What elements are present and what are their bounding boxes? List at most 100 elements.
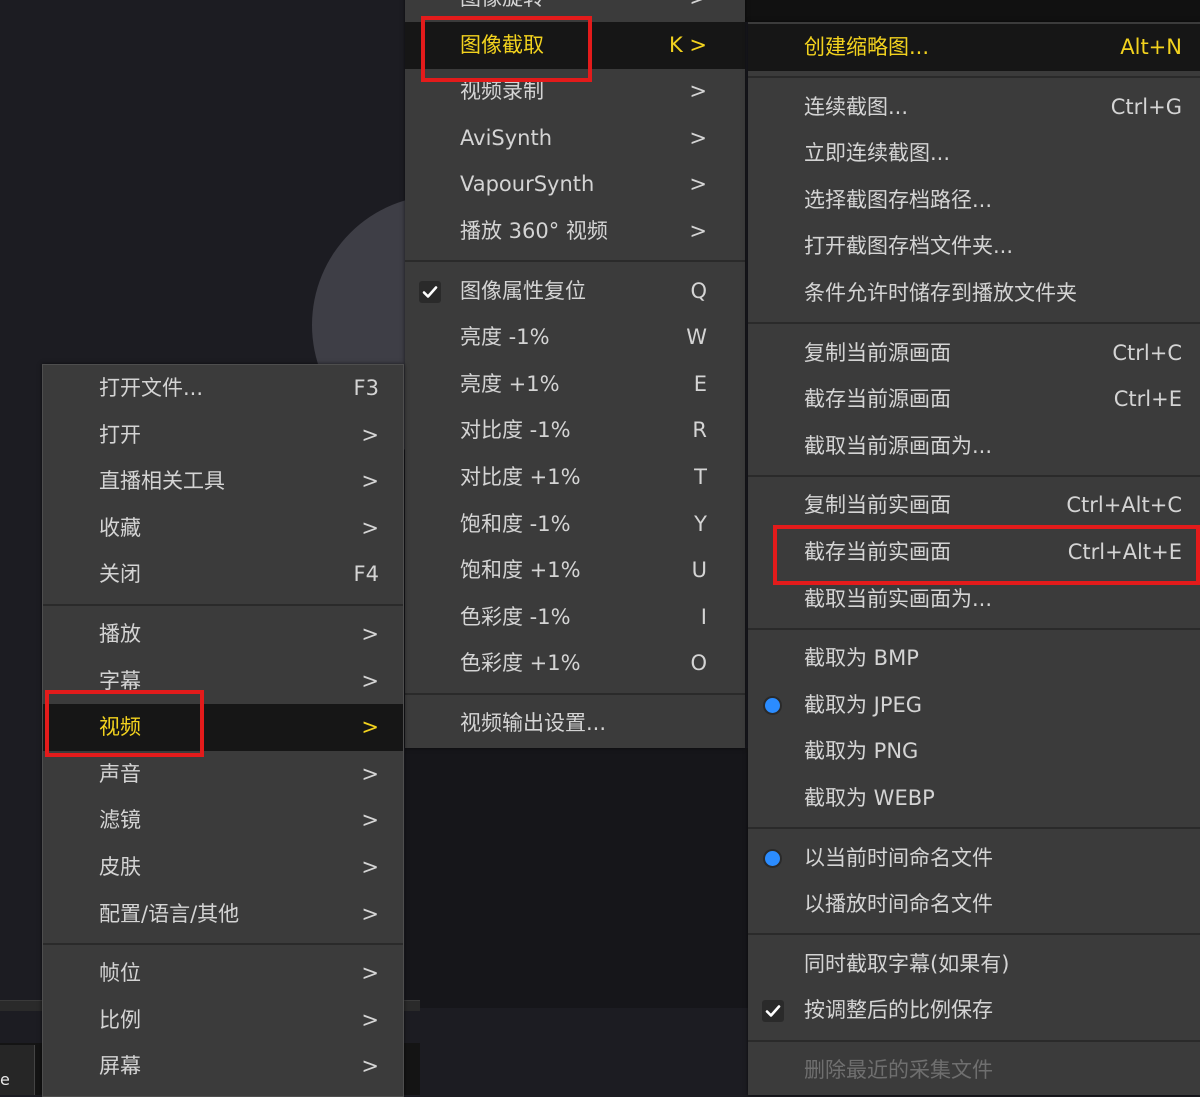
menu-item[interactable]: 打开文件... F3 bbox=[43, 365, 403, 412]
submenu-arrow: > bbox=[361, 808, 379, 833]
menu-item[interactable]: 播放 360° 视频 > bbox=[405, 208, 745, 255]
menu-item-label: 饱和度 +1% bbox=[460, 558, 581, 583]
submenu-arrow: > bbox=[361, 855, 379, 879]
menu-item-label: 打开文件... bbox=[99, 376, 204, 400]
menu-item[interactable]: 复制当前实画面 Ctrl+Alt+C bbox=[748, 482, 1200, 529]
menu-item-label: 截存当前源画面 bbox=[804, 387, 951, 412]
submenu-arrow: > bbox=[689, 172, 707, 197]
menu-item-label: 截取为 PNG bbox=[804, 739, 919, 764]
menu-item[interactable]: 打开截图存档文件夹... bbox=[748, 223, 1200, 270]
menu-item-label: 滤镜 bbox=[99, 808, 141, 833]
menu-item[interactable]: 收藏 > bbox=[43, 505, 403, 552]
menu-item[interactable]: 屏幕 > bbox=[43, 1043, 403, 1090]
menu-separator bbox=[748, 474, 1200, 477]
menu-item[interactable]: 按调整后的比例保存 bbox=[748, 987, 1200, 1034]
menu-item[interactable]: 皮肤 > bbox=[43, 844, 403, 891]
submenu-arrow: > bbox=[361, 469, 379, 494]
menu-item[interactable]: 饱和度 -1% Y bbox=[405, 501, 745, 548]
menu-item-label: VapourSynth bbox=[460, 172, 595, 197]
menu-item-shortcut: I bbox=[700, 604, 707, 629]
menu-item-label: 直播相关工具 bbox=[99, 469, 225, 494]
menu-item-label: 图像旋转 bbox=[460, 0, 544, 12]
menu-item-label: 以播放时间命名文件 bbox=[804, 892, 993, 917]
highlight-video-item bbox=[45, 690, 204, 757]
menu-item[interactable]: 立即连续截图... bbox=[748, 130, 1200, 177]
menu-item[interactable]: 关闭 F4 bbox=[43, 551, 403, 598]
menu-item-label: 截取为 JPEG bbox=[804, 692, 923, 717]
highlight-capture-item bbox=[421, 16, 592, 82]
menu-item[interactable]: 比例 > bbox=[43, 997, 403, 1044]
menu-item-shortcut: T bbox=[694, 465, 707, 489]
menu-item[interactable]: 截取为 BMP bbox=[748, 635, 1200, 682]
menu-item[interactable]: 选择截图存档路径... bbox=[748, 177, 1200, 224]
menu-item[interactable]: 以播放时间命名文件 bbox=[748, 881, 1200, 928]
menu-item[interactable]: 条件允许时储存到播放文件夹 bbox=[748, 270, 1200, 317]
submenu-arrow: > bbox=[361, 1054, 379, 1079]
menu-item-shortcut: W bbox=[686, 325, 707, 350]
menu-item-label: 声音 bbox=[99, 761, 141, 786]
menu-item-label: 色彩度 -1% bbox=[460, 604, 571, 629]
menu-item[interactable]: 截取为 JPEG bbox=[748, 682, 1200, 729]
menu-item[interactable]: 打开 > bbox=[43, 412, 403, 459]
menu-item[interactable]: 直播相关工具 > bbox=[43, 458, 403, 505]
checkmark-icon bbox=[762, 1000, 784, 1023]
menu-item-shortcut: Ctrl+C bbox=[1112, 340, 1182, 365]
menu-item-label: 图像属性复位 bbox=[460, 278, 586, 303]
background-panel bbox=[405, 748, 750, 1008]
menu-item[interactable]: 色彩度 +1% O bbox=[405, 640, 745, 687]
menu-item[interactable]: 以当前时间命名文件 bbox=[748, 835, 1200, 882]
menu-item[interactable]: 对比度 +1% T bbox=[405, 454, 745, 501]
menu-item-label: 播放 360° 视频 bbox=[460, 219, 608, 243]
radio-selected-icon bbox=[765, 697, 780, 713]
menu-item-label: 条件允许时储存到播放文件夹 bbox=[804, 281, 1077, 305]
menu-item-label: 创建缩略图... bbox=[804, 35, 930, 59]
menu-item[interactable]: 声音 > bbox=[43, 751, 403, 798]
menu-item-label: 皮肤 bbox=[99, 855, 141, 879]
submenu-arrow: > bbox=[361, 515, 379, 540]
menu-item[interactable]: 对比度 -1% R bbox=[405, 407, 745, 454]
menu-item[interactable]: 同时截取字幕(如果有) bbox=[748, 941, 1200, 988]
menu-item[interactable]: 视频输出设置... bbox=[405, 700, 745, 747]
menu-item-label: 截取当前实画面为... bbox=[804, 586, 993, 611]
menu-item[interactable]: 亮度 -1% W bbox=[405, 314, 745, 361]
menu-item-label: 复制当前源画面 bbox=[804, 340, 951, 365]
menu-item[interactable]: 复制当前源画面 Ctrl+C bbox=[748, 330, 1200, 377]
menu-item[interactable]: VapourSynth > bbox=[405, 161, 745, 208]
menu-item[interactable]: 饱和度 +1% U bbox=[405, 547, 745, 594]
submenu-arrow: > bbox=[361, 715, 379, 740]
menu-item-label: 以当前时间命名文件 bbox=[804, 845, 993, 870]
menu-item-shortcut: F4 bbox=[353, 562, 379, 587]
menu-item-label: 对比度 -1% bbox=[460, 418, 571, 443]
menu-item[interactable]: 亮度 +1% E bbox=[405, 361, 745, 408]
menu-item: 删除最近的采集文件 bbox=[748, 1047, 1200, 1094]
menu-item-label: 亮度 -1% bbox=[460, 325, 550, 350]
menu-item[interactable]: 截存当前源画面 Ctrl+E bbox=[748, 376, 1200, 423]
menu-item-shortcut: K > bbox=[668, 32, 707, 57]
menu-item[interactable]: 配置/语言/其他 > bbox=[43, 891, 403, 938]
submenu-arrow: > bbox=[361, 961, 379, 986]
menu-item[interactable]: 创建缩略图... Alt+N bbox=[748, 24, 1200, 71]
menu-item-shortcut: Q bbox=[690, 278, 707, 303]
submenu-arrow: > bbox=[689, 219, 707, 243]
bottom-tab-label: e bbox=[0, 1070, 10, 1089]
menu-item[interactable]: 色彩度 -1% I bbox=[405, 594, 745, 641]
menu-item[interactable]: 滤镜 > bbox=[43, 797, 403, 844]
menu-item-label: 配置/语言/其他 bbox=[99, 901, 240, 926]
submenu-arrow: > bbox=[689, 0, 707, 12]
menu-separator bbox=[43, 942, 403, 945]
menu-item[interactable]: 播放 > bbox=[43, 611, 403, 658]
menu-item-label: 截取为 WEBP bbox=[804, 786, 935, 810]
menu-item[interactable]: 连续截图... Ctrl+G bbox=[748, 84, 1200, 131]
menu-item[interactable]: 截取当前源画面为... bbox=[748, 423, 1200, 470]
video-submenu: 图像旋转>图像截取K >视频录制>AviSynth>VapourSynth>播放… bbox=[405, 0, 745, 748]
menu-item-label: 亮度 +1% bbox=[460, 371, 560, 396]
menu-item[interactable]: 帧位 > bbox=[43, 950, 403, 997]
menu-item[interactable]: AviSynth > bbox=[405, 115, 745, 162]
menu-item-label: 按调整后的比例保存 bbox=[804, 998, 993, 1023]
menu-item[interactable]: 截取为 PNG bbox=[748, 728, 1200, 775]
menu-item[interactable]: 图像属性复位 Q bbox=[405, 268, 745, 315]
menu-item[interactable]: 截取为 WEBP bbox=[748, 775, 1200, 822]
menu-item-shortcut: Ctrl+G bbox=[1110, 94, 1182, 119]
menu-item-label: 连续截图... bbox=[804, 94, 909, 119]
menu-item-label: 收藏 bbox=[99, 515, 141, 540]
